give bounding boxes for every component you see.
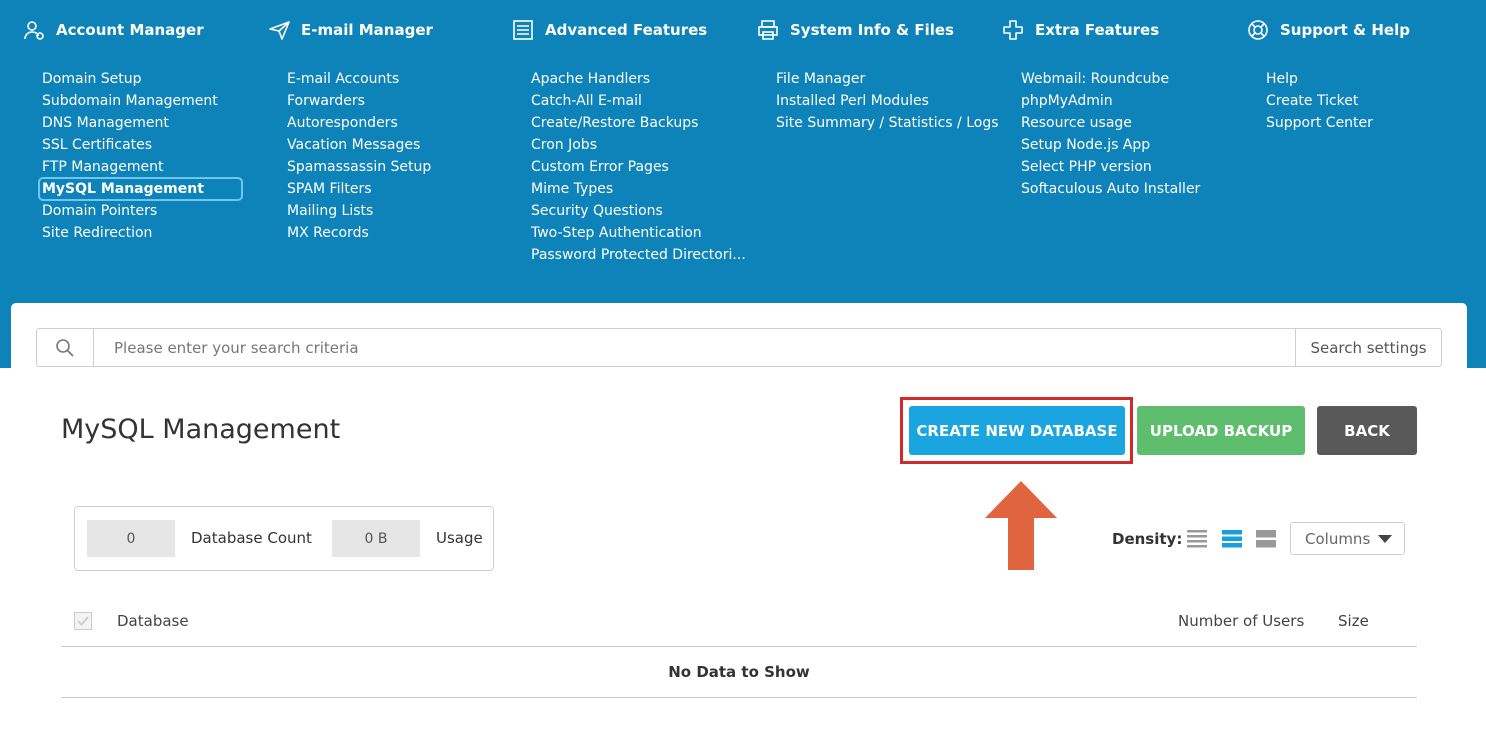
back-button[interactable]: BACK [1317, 406, 1417, 455]
nav-item[interactable]: Select PHP version [1021, 156, 1200, 178]
columns-dropdown-label: Columns [1305, 529, 1371, 548]
database-count-value: 0 [87, 520, 175, 557]
nav-column-heading-label: Account Manager [56, 21, 204, 39]
nav-item[interactable]: Setup Node.js App [1021, 134, 1200, 156]
lifebuoy-icon [1248, 20, 1268, 40]
nav-column-items: File Manager Installed Perl Modules Site S… [776, 68, 999, 134]
nav-item[interactable]: Custom Error Pages [531, 156, 746, 178]
nav-item[interactable]: Mailing Lists [287, 200, 431, 222]
nav-item[interactable]: Catch-All E-mail [531, 90, 746, 112]
nav-item[interactable]: Site Redirection [42, 222, 218, 244]
nav-item[interactable]: Spamassassin Setup [287, 156, 431, 178]
density-label: Density: [1112, 530, 1183, 548]
nav-item[interactable]: Webmail: Roundcube [1021, 68, 1200, 90]
density-compact-icon[interactable] [1186, 529, 1208, 549]
nav-item[interactable]: Help [1266, 68, 1373, 90]
column-header-size[interactable]: Size [1338, 612, 1369, 630]
nav-item[interactable]: Password Protected Directori... [531, 244, 746, 266]
nav-column-items: Help Create Ticket Support Center [1266, 68, 1373, 134]
printer-icon [758, 20, 778, 40]
nav-columns: Account Manager Domain Setup Subdomain Man… [0, 0, 1486, 300]
column-header-database[interactable]: Database [117, 612, 189, 630]
nav-column-heading-label: Advanced Features [545, 21, 708, 39]
search-settings-button[interactable]: Search settings [1295, 329, 1441, 366]
nav-item[interactable]: File Manager [776, 68, 999, 90]
nav-column-heading[interactable]: Support & Help [1247, 17, 1410, 43]
nav-column-heading-label: E-mail Manager [301, 21, 433, 39]
density-medium-icon[interactable] [1221, 529, 1243, 549]
nav-item[interactable]: Subdomain Management [42, 90, 218, 112]
nav-item[interactable]: Resource usage [1021, 112, 1200, 134]
nav-item[interactable]: Cron Jobs [531, 134, 746, 156]
nav-item[interactable]: Domain Pointers [42, 200, 218, 222]
table-header: Database Number of Users Size [61, 597, 1417, 647]
nav-item[interactable]: SSL Certificates [42, 134, 218, 156]
nav-item[interactable]: Forwarders [287, 90, 431, 112]
nav-column-items: Domain Setup Subdomain Management DNS Mana… [38, 68, 243, 244]
nav-item[interactable]: Mime Types [531, 178, 746, 200]
database-count-label: Database Count [191, 529, 312, 547]
nav-column-heading-label: Extra Features [1035, 21, 1160, 39]
search-input[interactable] [94, 329, 1295, 366]
nav-column-heading-label: System Info & Files [790, 21, 954, 39]
search-icon[interactable] [37, 329, 94, 366]
stats-box: 0 Database Count 0 B Usage [74, 506, 494, 571]
nav-column-heading-label: Support & Help [1280, 21, 1410, 39]
nav-item[interactable]: Domain Setup [42, 68, 218, 90]
usage-label: Usage [436, 529, 483, 547]
user-gear-icon [24, 21, 44, 40]
nav-item[interactable]: Support Center [1266, 112, 1373, 134]
nav-item[interactable]: phpMyAdmin [1021, 90, 1200, 112]
nav-column-heading[interactable]: System Info & Files [757, 17, 954, 43]
nav-column-heading[interactable]: Extra Features [1002, 17, 1159, 43]
nav-column-items: Apache Handlers Catch-All E-mail Create/Re… [531, 68, 746, 266]
nav-item[interactable]: Create/Restore Backups [531, 112, 746, 134]
column-header-number-of-users[interactable]: Number of Users [1178, 612, 1304, 630]
nav-item[interactable]: Two-Step Authentication [531, 222, 746, 244]
nav-item[interactable]: MX Records [287, 222, 431, 244]
nav-item[interactable]: Installed Perl Modules [776, 90, 999, 112]
nav-column-items: Webmail: Roundcube phpMyAdmin Resource usa… [1021, 68, 1200, 200]
nav-column-heading[interactable]: E-mail Manager [268, 17, 433, 43]
list-document-icon [513, 20, 533, 40]
nav-item[interactable]: Apache Handlers [531, 68, 746, 90]
columns-dropdown[interactable]: Columns [1290, 522, 1405, 555]
upload-backup-button[interactable]: UPLOAD BACKUP [1137, 406, 1305, 455]
nav-column-heading[interactable]: Account Manager [23, 17, 204, 43]
create-new-database-button[interactable]: CREATE NEW DATABASE [909, 406, 1125, 455]
empty-table-message: No Data to Show [61, 647, 1417, 698]
nav-item[interactable]: SPAM Filters [287, 178, 431, 200]
plus-icon [1003, 20, 1023, 40]
nav-column-heading[interactable]: Advanced Features [512, 17, 707, 43]
check-icon [77, 616, 89, 626]
nav-item[interactable]: Security Questions [531, 200, 746, 222]
nav-item[interactable]: MySQL Management [38, 177, 243, 201]
paper-plane-icon [269, 21, 290, 40]
caret-down-icon [1378, 535, 1392, 543]
nav-item[interactable]: Vacation Messages [287, 134, 431, 156]
nav-item[interactable]: E-mail Accounts [287, 68, 431, 90]
nav-item[interactable]: FTP Management [42, 156, 218, 178]
search-bar: Search settings [36, 328, 1442, 367]
usage-value: 0 B [332, 520, 420, 557]
nav-column-items: E-mail Accounts Forwarders Autoresponders V… [287, 68, 431, 244]
nav-item[interactable]: Create Ticket [1266, 90, 1373, 112]
density-large-icon[interactable] [1255, 529, 1277, 549]
up-arrow-icon [985, 481, 1057, 570]
nav-item[interactable]: Autoresponders [287, 112, 431, 134]
select-all-checkbox[interactable] [74, 612, 92, 630]
page-title: MySQL Management [61, 414, 341, 445]
nav-item[interactable]: Site Summary / Statistics / Logs [776, 112, 999, 134]
nav-item[interactable]: Softaculous Auto Installer [1021, 178, 1200, 200]
nav-item[interactable]: DNS Management [42, 112, 218, 134]
